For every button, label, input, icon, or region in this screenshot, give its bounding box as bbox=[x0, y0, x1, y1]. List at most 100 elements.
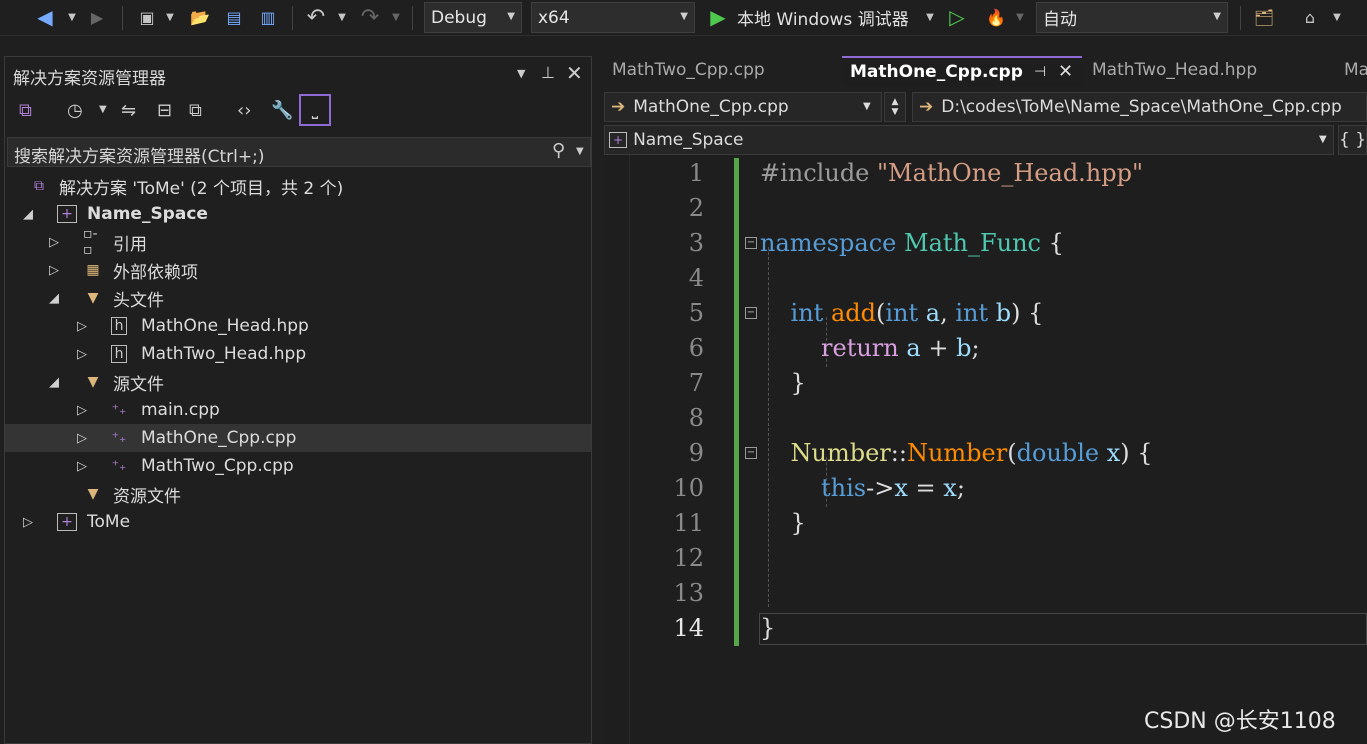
chevron-down-icon[interactable]: ▼ bbox=[517, 67, 525, 80]
chevron-down-icon: ▼ bbox=[507, 11, 515, 22]
collapse-toggle-icon[interactable]: − bbox=[745, 447, 757, 459]
cpp-file-icon: ⁺₊ bbox=[111, 430, 127, 446]
chevron-down-icon[interactable]: ▼ bbox=[66, 4, 78, 30]
collapsed-icon[interactable]: ▷ bbox=[77, 403, 87, 418]
chevron-down-icon[interactable]: ▼ bbox=[99, 104, 107, 115]
close-icon[interactable]: ✕ bbox=[566, 61, 583, 85]
tree-item-name-space[interactable]: ◢ + Name_Space bbox=[5, 200, 591, 228]
collapsed-icon[interactable]: ▷ bbox=[77, 431, 87, 446]
collapsed-icon[interactable]: ▷ bbox=[49, 235, 59, 250]
tab-overflow[interactable]: Ma bbox=[1336, 56, 1367, 86]
collapsed-icon[interactable]: ▷ bbox=[49, 263, 59, 278]
tree-item-mathtwo-cpp[interactable]: ▷ ⁺₊ MathTwo_Cpp.cpp bbox=[5, 452, 591, 480]
collapsed-icon[interactable]: ▷ bbox=[77, 347, 87, 362]
line-number: 7 bbox=[688, 369, 704, 397]
home-icon[interactable]: ⧉ bbox=[19, 100, 32, 121]
scope-dropdown[interactable]: + Name_Space ▼ bbox=[604, 125, 1334, 155]
arrow-right-icon: ➔ bbox=[919, 97, 934, 117]
chevron-down-icon[interactable]: ▼ bbox=[924, 4, 936, 30]
tree-item-label: Name_Space bbox=[87, 204, 208, 224]
header-file-icon: h bbox=[111, 317, 127, 335]
tab-mathtwo-cpp[interactable]: MathTwo_Cpp.cpp bbox=[604, 56, 840, 86]
line-number: 13 bbox=[673, 579, 704, 607]
tree-item-references[interactable]: ▷ ▫-▫ 引用 bbox=[5, 226, 591, 258]
nav-file-label: MathOne_Cpp.cpp bbox=[633, 97, 789, 117]
find-in-files-icon[interactable]: 🗂 bbox=[1252, 4, 1276, 30]
preview-selected-icon[interactable]: ⎵ bbox=[299, 94, 331, 126]
project-icon: + bbox=[609, 132, 628, 148]
search-icon[interactable]: ⚲ bbox=[552, 140, 565, 161]
solution-explorer-toolbar: ⧉ ◷ ▼ ⇋ ⊟ ⧉ ‹› 🔧 ⎵ bbox=[5, 91, 593, 135]
pin-icon[interactable]: ⊣ bbox=[1034, 64, 1046, 80]
show-all-files-icon[interactable]: ⧉ bbox=[189, 100, 202, 121]
view-code-icon[interactable]: ‹› bbox=[237, 100, 251, 121]
nav-path-label: D:\codes\ToMe\Name_Space\MathOne_Cpp.cpp bbox=[941, 97, 1342, 117]
braces-button[interactable]: { } bbox=[1338, 125, 1367, 155]
chevron-down-icon[interactable]: ▼ bbox=[164, 4, 176, 30]
new-project-icon[interactable]: ▣ bbox=[134, 4, 160, 30]
chevron-down-icon[interactable]: ▼ bbox=[576, 146, 584, 157]
path-nav-dropdown[interactable]: ➔ D:\codes\ToMe\Name_Space\MathOne_Cpp.c… bbox=[912, 92, 1367, 122]
chevron-down-icon[interactable]: ▼ bbox=[336, 4, 348, 30]
editor-gutter bbox=[604, 155, 630, 744]
window-layout-icon[interactable]: ⌂ bbox=[1298, 4, 1322, 30]
current-line-highlight bbox=[759, 613, 1367, 645]
collapsed-icon[interactable]: ▷ bbox=[77, 459, 87, 474]
solution-search-input[interactable]: 搜索解决方案资源管理器(Ctrl+;) ⚲ ▼ bbox=[7, 137, 591, 167]
play-icon[interactable]: ▶ bbox=[706, 4, 730, 30]
line-number: 2 bbox=[688, 194, 704, 222]
collapsed-icon[interactable]: ▷ bbox=[77, 319, 87, 334]
line-number: 14 bbox=[673, 614, 704, 642]
collapse-all-icon[interactable]: ⊟ bbox=[157, 100, 172, 121]
start-debugger-button[interactable]: 本地 Windows 调试器 bbox=[737, 4, 921, 30]
tree-item-tome[interactable]: ▷ + ToMe bbox=[5, 508, 591, 536]
tab-mathone-cpp[interactable]: MathOne_Cpp.cpp ⊣ ✕ bbox=[842, 56, 1082, 86]
code-line: Number::Number(double x) { bbox=[790, 439, 1153, 467]
save-all-icon[interactable]: ▥ bbox=[256, 4, 280, 30]
auto-dropdown[interactable]: 自动 ▼ bbox=[1036, 2, 1228, 33]
nav-spinner[interactable]: ▲ ▼ bbox=[884, 92, 906, 122]
solution-node[interactable]: ⧉ 解决方案 'ToMe' (2 个项目，共 2 个) bbox=[5, 172, 591, 200]
expanded-icon[interactable]: ◢ bbox=[23, 207, 33, 222]
pin-icon[interactable]: ⊥ bbox=[541, 63, 555, 82]
watermark: CSDN @长安1108 bbox=[1144, 709, 1336, 734]
redo-icon[interactable]: ↷ bbox=[358, 4, 382, 30]
tree-item-mathtwo-head[interactable]: ▷ h MathTwo_Head.hpp bbox=[5, 340, 591, 368]
back-icon[interactable]: ◀ bbox=[34, 4, 56, 30]
forward-icon[interactable]: ▶ bbox=[86, 4, 108, 30]
auto-value: 自动 bbox=[1043, 10, 1077, 30]
code-line: } bbox=[760, 509, 806, 537]
configuration-dropdown[interactable]: Debug ▼ bbox=[424, 2, 522, 33]
start-without-debug-icon[interactable]: ▷ bbox=[946, 4, 968, 30]
undo-icon[interactable]: ↶ bbox=[304, 4, 328, 30]
file-nav-dropdown[interactable]: ➔ MathOne_Cpp.cpp ▼ bbox=[604, 92, 882, 122]
collapse-toggle-icon[interactable]: − bbox=[745, 307, 757, 319]
header-file-icon: h bbox=[111, 345, 127, 363]
tree-item-mathone-cpp[interactable]: ▷ ⁺₊ MathOne_Cpp.cpp bbox=[5, 424, 591, 452]
chevron-down-icon[interactable]: ▼ bbox=[390, 4, 402, 30]
tab-mathtwo-head[interactable]: MathTwo_Head.hpp bbox=[1084, 56, 1334, 86]
tree-item-mathone-head[interactable]: ▷ h MathOne_Head.hpp bbox=[5, 312, 591, 340]
chevron-down-icon[interactable]: ▼ bbox=[1330, 4, 1344, 30]
save-icon[interactable]: ▤ bbox=[222, 4, 246, 30]
properties-icon[interactable]: 🔧 bbox=[271, 100, 293, 121]
close-icon[interactable]: ✕ bbox=[1058, 61, 1073, 82]
expanded-icon[interactable]: ◢ bbox=[49, 291, 59, 306]
line-number: 5 bbox=[688, 299, 704, 327]
open-folder-icon[interactable]: 📂 bbox=[188, 4, 212, 30]
tree-item-header-files[interactable]: ◢ ▼ 头文件 bbox=[5, 284, 591, 312]
tree-item-external-deps[interactable]: ▷ ▦ 外部依赖项 bbox=[5, 256, 591, 284]
sync-icon[interactable]: ⇋ bbox=[121, 100, 136, 121]
expanded-icon[interactable]: ◢ bbox=[49, 375, 59, 390]
tree-item-resource-files[interactable]: ▼ 资源文件 bbox=[5, 480, 591, 508]
tree-item-main-cpp[interactable]: ▷ ⁺₊ main.cpp bbox=[5, 396, 591, 424]
collapsed-icon[interactable]: ▷ bbox=[23, 515, 33, 530]
chevron-down-icon[interactable]: ▼ bbox=[1014, 4, 1026, 30]
hot-reload-icon[interactable]: 🔥 bbox=[984, 4, 1008, 30]
platform-dropdown[interactable]: x64 ▼ bbox=[531, 2, 695, 33]
code-line: namespace Math_Func { bbox=[760, 229, 1064, 257]
collapse-toggle-icon[interactable]: − bbox=[745, 237, 757, 249]
code-editor[interactable]: 1 2 3 4 5 6 7 8 9 10 11 12 13 14 − − − #… bbox=[604, 155, 1367, 744]
tree-item-source-files[interactable]: ◢ ▼ 源文件 bbox=[5, 368, 591, 396]
history-icon[interactable]: ◷ bbox=[67, 100, 83, 121]
